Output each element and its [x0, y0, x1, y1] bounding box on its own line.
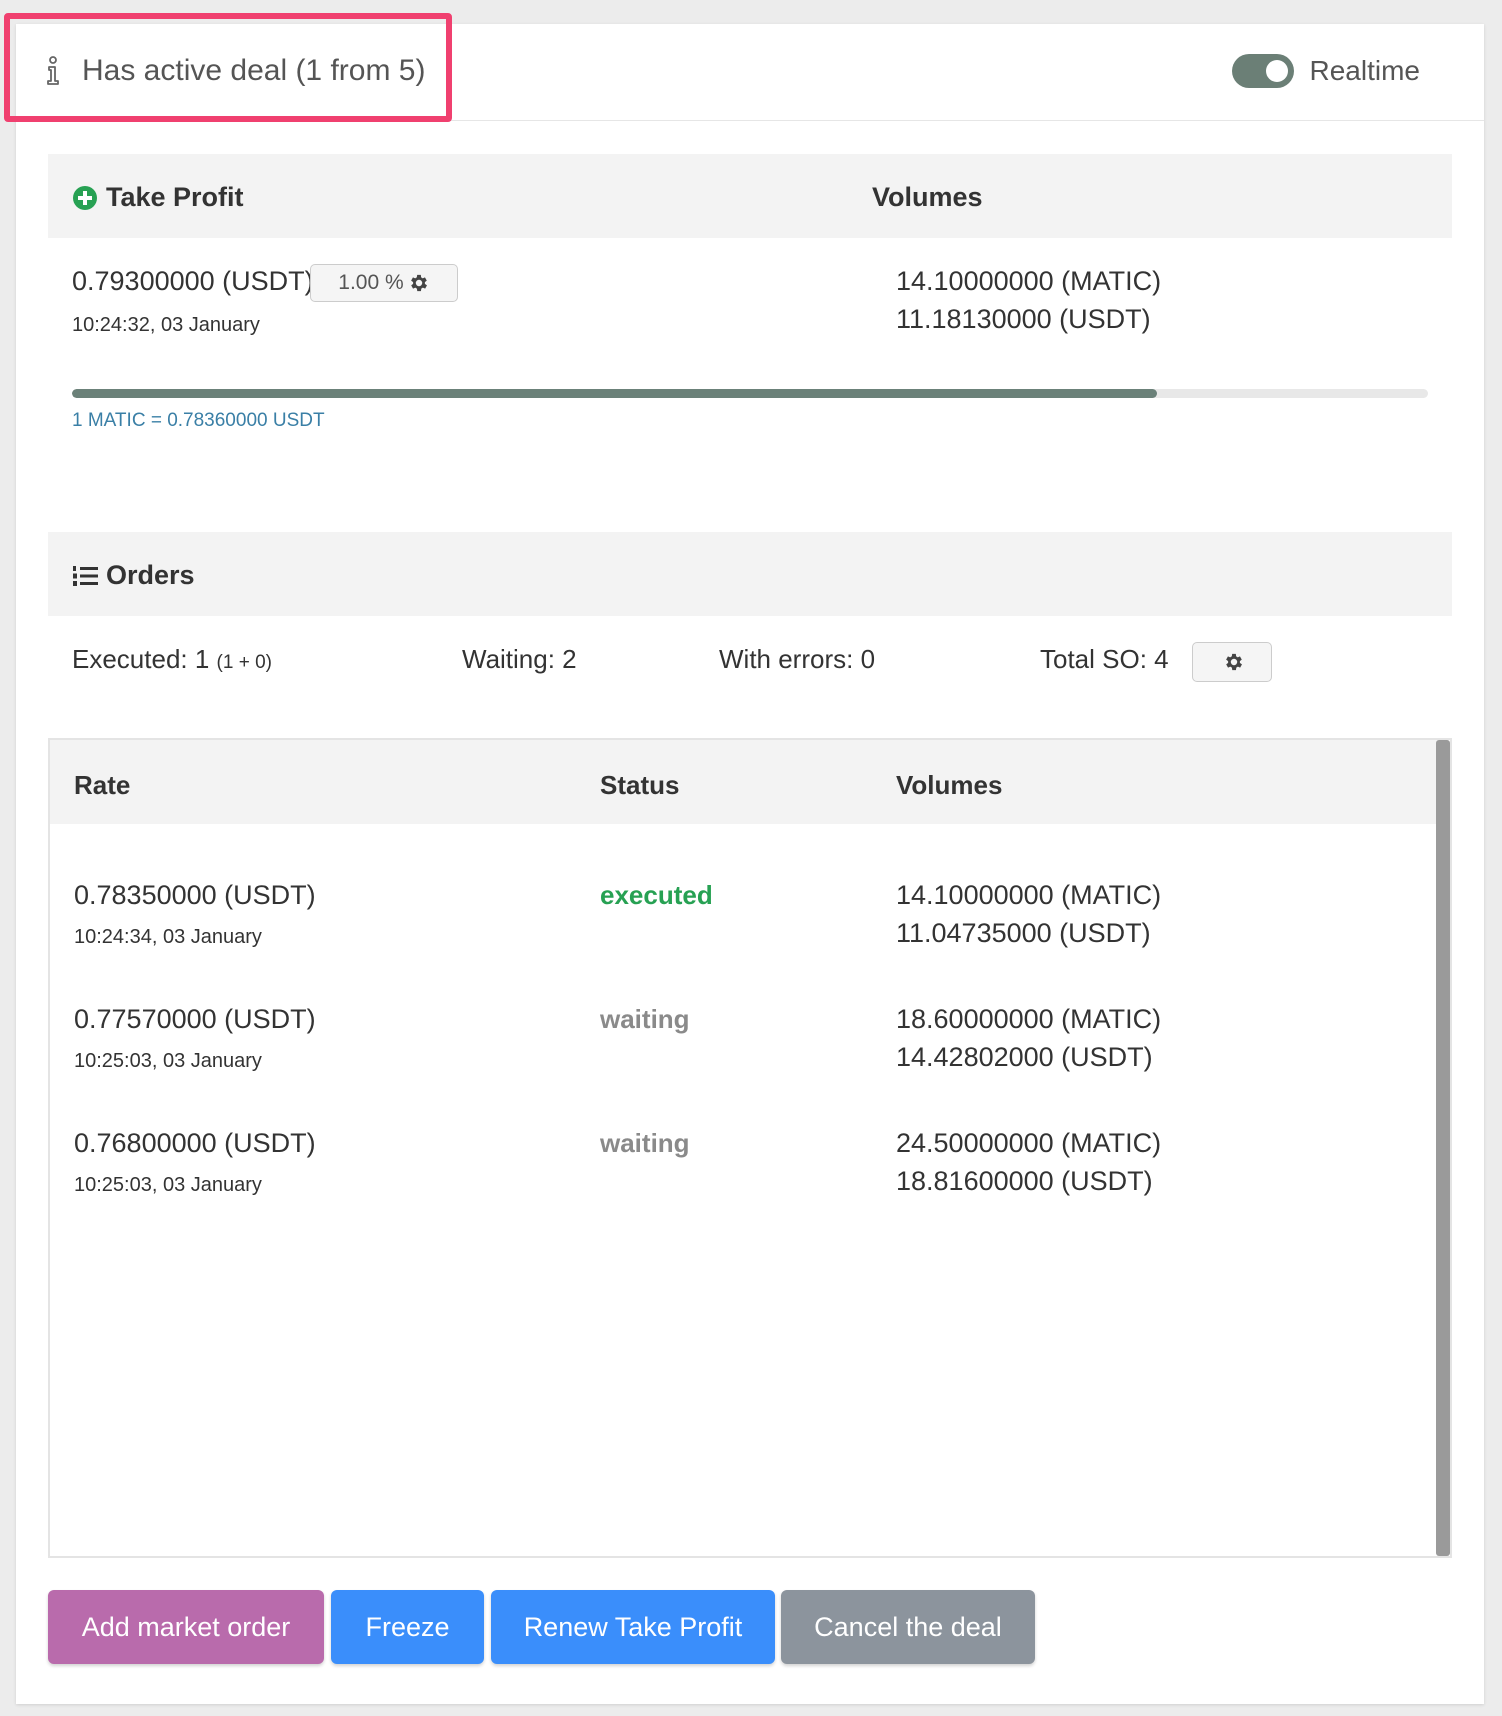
- plus-circle-icon: [73, 185, 97, 210]
- order-volume-quote: 14.42802000 (USDT): [896, 1042, 1153, 1072]
- order-rate: 0.76800000 (USDT): [74, 1128, 316, 1158]
- order-volume-base: 14.10000000 (MATIC): [896, 880, 1162, 910]
- take-profit-value: 0.79300000 (USDT): [72, 266, 314, 296]
- add-market-order-button[interactable]: Add market order: [48, 1590, 324, 1664]
- renew-take-profit-button[interactable]: Renew Take Profit: [491, 1590, 775, 1664]
- freeze-button[interactable]: Freeze: [331, 1590, 484, 1664]
- take-profit-time: 10:24:32, 03 January: [72, 314, 260, 336]
- order-time: 10:25:03, 03 January: [74, 1050, 262, 1072]
- executed-count: Executed: 1: [72, 644, 210, 674]
- order-volume-base: 18.60000000 (MATIC): [896, 1004, 1162, 1034]
- take-profit-volume-quote: 11.18130000 (USDT): [896, 304, 1151, 334]
- toggle-knob: [1265, 60, 1288, 82]
- take-profit-title: Take Profit: [72, 182, 244, 213]
- waiting-summary: Waiting: 2: [462, 644, 577, 674]
- take-profit-header: Take Profit Volumes: [48, 154, 1452, 238]
- total-so-summary: Total SO: 4: [1040, 644, 1169, 674]
- list-ordered-icon: [73, 565, 98, 586]
- table-row: 0.76800000 (USDT) 10:25:03, 03 January w…: [50, 1100, 1438, 1224]
- order-volume-quote: 18.81600000 (USDT): [896, 1166, 1153, 1196]
- column-volumes: Volumes: [896, 770, 1003, 800]
- take-profit-percent-button[interactable]: 1.00 %: [310, 264, 458, 302]
- order-volume-quote: 11.04735000 (USDT): [896, 918, 1151, 948]
- table-row: 0.78350000 (USDT) 10:24:34, 03 January e…: [50, 852, 1438, 976]
- realtime-toggle-wrap[interactable]: Realtime: [1231, 54, 1420, 88]
- take-profit-percent: 1.00 %: [338, 271, 404, 294]
- orders-table: Rate Status Volumes 0.78350000 (USDT) 10…: [48, 738, 1452, 1558]
- info-icon: [47, 56, 59, 85]
- orders-title-text: Orders: [106, 560, 195, 590]
- deal-header: Has active deal (1 from 5) Realtime: [4, 13, 1484, 122]
- order-volume-base: 24.50000000 (MATIC): [896, 1128, 1162, 1158]
- realtime-label: Realtime: [1309, 55, 1420, 86]
- orders-table-head: Rate Status Volumes: [50, 740, 1438, 824]
- deal-title-text: Has active deal (1 from 5): [82, 54, 426, 87]
- take-profit-progress-fill: [72, 389, 1157, 398]
- order-rate: 0.78350000 (USDT): [74, 880, 316, 910]
- take-profit-progress: [72, 389, 1428, 398]
- deal-title: Has active deal (1 from 5): [44, 54, 425, 88]
- realtime-toggle[interactable]: [1231, 54, 1294, 88]
- orders-settings-button[interactable]: [1192, 642, 1272, 682]
- order-status: waiting: [600, 1004, 690, 1034]
- order-time: 10:24:34, 03 January: [74, 926, 262, 948]
- order-status: waiting: [600, 1128, 690, 1158]
- order-time: 10:25:03, 03 January: [74, 1174, 262, 1196]
- deal-card: Has active deal (1 from 5) Realtime Take…: [4, 13, 1484, 1704]
- column-rate: Rate: [74, 770, 131, 800]
- take-profit-volume-base: 14.10000000 (MATIC): [896, 266, 1162, 296]
- column-status: Status: [600, 770, 680, 800]
- gear-icon: [1226, 653, 1242, 671]
- take-profit-volumes-title: Volumes: [872, 182, 983, 212]
- orders-title: Orders: [72, 560, 195, 591]
- orders-header: Orders: [48, 532, 1452, 616]
- gear-icon: [410, 274, 427, 292]
- executed-summary: Executed: 1 (1 + 0): [72, 644, 272, 675]
- current-rate: 1 MATIC = 0.78360000 USDT: [72, 410, 325, 431]
- table-scrollbar[interactable]: [1436, 740, 1450, 1556]
- cancel-deal-button[interactable]: Cancel the deal: [781, 1590, 1035, 1664]
- order-rate: 0.77570000 (USDT): [74, 1004, 316, 1034]
- errors-summary: With errors: 0: [719, 644, 876, 674]
- executed-detail: (1 + 0): [216, 652, 272, 673]
- take-profit-title-text: Take Profit: [106, 182, 244, 212]
- table-row: 0.77570000 (USDT) 10:25:03, 03 January w…: [50, 976, 1438, 1100]
- order-status: executed: [600, 880, 713, 910]
